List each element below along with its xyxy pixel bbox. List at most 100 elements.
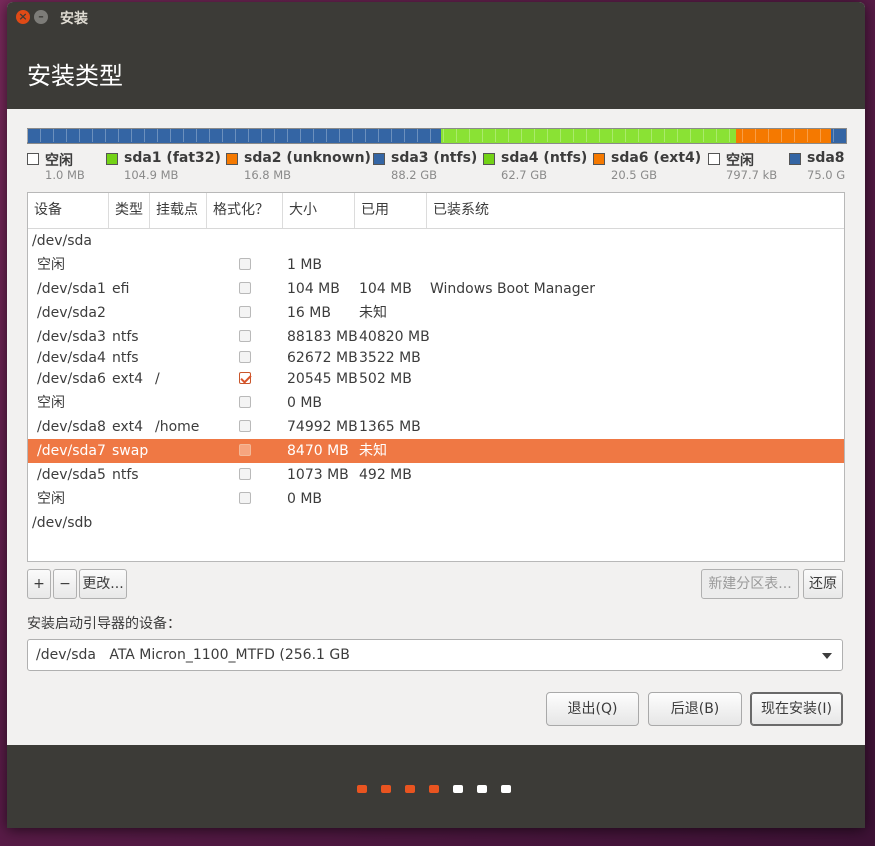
cell-type: swap [112,443,149,459]
cell-used: 未知 [359,443,387,459]
column-header-size[interactable]: 大小 [283,193,355,228]
table-header: 设备 类型 挂载点 格式化？ 大小 已用 已装系统 [28,193,844,229]
disk-group-row[interactable]: /dev/sda [28,229,844,253]
remove-partition-button[interactable]: − [53,569,77,599]
minimize-window-icon[interactable]: – [34,10,48,24]
step-dot-pending [477,785,487,793]
table-row[interactable]: /dev/sda8 ext4/home 74992 MB 1365 MB [28,415,844,439]
format-checkbox[interactable] [239,420,251,432]
column-header-format[interactable]: 格式化？ [207,193,283,228]
legend-swatch-icon [27,153,39,165]
cell-used: 502 MB [359,371,412,387]
disk-bar-segment [28,129,442,143]
legend-swatch-icon [106,153,118,165]
legend-name: sda8 (e [807,150,845,166]
cell-size: 1 MB [287,257,323,273]
column-header-used[interactable]: 已用 [355,193,427,228]
legend-name: 空闲 [726,153,754,169]
table-row[interactable]: /dev/sda5 ntfs 1073 MB 492 MB [28,463,844,487]
progress-footer [7,745,865,828]
cell-size: 20545 MB [287,371,358,387]
legend-size: 104.9 MB [124,168,179,182]
cell-mount: /home [155,419,200,435]
installer-window: × – 安装 安装类型 空闲 1.0 MB sda1 (fat32) 104.9 MB… [7,2,865,828]
legend-swatch-icon [226,153,238,165]
cell-mount: / [155,371,160,387]
legend-name: sda3 (ntfs) [391,150,478,166]
cell-used: 104 MB [359,281,412,297]
revert-button[interactable]: 还原 [803,569,843,599]
legend-name: sda2 (unknown) [244,150,371,166]
format-checkbox[interactable] [239,330,251,342]
back-button[interactable]: 后退(B) [648,692,742,726]
title-bar: × – 安装 安装类型 [7,2,865,109]
cell-device: /dev/sda2 [37,305,106,321]
legend-size: 20.5 GB [611,168,658,182]
cell-size: 0 MB [287,491,323,507]
cell-size: 104 MB [287,281,340,297]
page-title: 安装类型 [27,62,123,90]
legend-name: sda6 (ext4) [611,150,702,166]
table-row[interactable]: /dev/sda2 16 MB 未知 [28,301,844,325]
bootloader-label: 安装启动引导器的设备： [27,616,181,632]
disk-usage-bar [27,128,847,144]
dropdown-arrow-icon [822,653,832,659]
cell-device: 空闲 [37,395,65,411]
cell-device: 空闲 [37,491,65,507]
add-partition-button[interactable]: + [27,569,51,599]
column-header-device[interactable]: 设备 [28,193,109,228]
window-title: 安装 [60,11,88,27]
step-dot-pending [453,785,463,793]
legend-swatch-icon [708,153,720,165]
column-header-mount[interactable]: 挂载点 [150,193,207,228]
change-partition-button[interactable]: 更改... [79,569,127,599]
cell-used: 1365 MB [359,419,421,435]
format-checkbox[interactable] [239,258,251,270]
partition-table[interactable]: 设备 类型 挂载点 格式化？ 大小 已用 已装系统 /dev/sda 空闲 1 MB/dev/s… [27,192,845,562]
disk-bar-segment [831,129,846,143]
format-checkbox[interactable] [239,282,251,294]
new-partition-table-button[interactable]: 新建分区表... [701,569,799,599]
cell-used: 未知 [359,305,387,321]
close-window-icon[interactable]: × [16,10,30,24]
cell-device: /dev/sda8 [37,419,106,435]
step-dot-done [357,785,367,793]
column-header-system[interactable]: 已装系统 [427,193,844,228]
legend-size: 62.7 GB [501,168,548,182]
table-row[interactable]: 空闲 0 MB [28,487,844,511]
install-now-button[interactable]: 现在安装(I) [750,692,843,726]
format-checkbox[interactable] [239,396,251,408]
legend-name: 空闲 [45,153,73,169]
table-row[interactable]: /dev/sda7 swap 8470 MB 未知 [28,439,844,463]
bootloader-selected-value: /dev/sda ATA Micron_1100_MTFD (256.1 GB [36,647,350,663]
disk-group-row[interactable]: /dev/sdb [28,511,844,535]
cell-used: 492 MB [359,467,412,483]
table-row[interactable]: /dev/sda1 efi 104 MB 104 MB Windows Boot Man… [28,277,844,301]
cell-size: 16 MB [287,305,331,321]
step-dot-pending [501,785,511,793]
cell-device: /dev/sda6 [37,371,106,387]
column-header-type[interactable]: 类型 [109,193,150,228]
legend-size: 88.2 GB [391,168,438,182]
cell-type: ext4 [112,371,144,387]
step-dot-done [405,785,415,793]
legend-swatch-icon [593,153,605,165]
bootloader-device-select[interactable]: /dev/sda ATA Micron_1100_MTFD (256.1 GB [27,639,843,671]
format-checkbox[interactable] [239,468,251,480]
cell-device: /dev/sda1 [37,281,106,297]
format-checkbox[interactable] [239,492,251,504]
table-row[interactable]: 空闲 1 MB [28,253,844,277]
format-checkbox[interactable] [239,444,251,456]
table-row[interactable]: /dev/sda6 ext4 / 20545 MB 502 MB [28,367,844,391]
format-checkbox[interactable] [239,372,251,384]
legend-size: 75.0 GB [807,168,845,182]
quit-button[interactable]: 退出(Q) [546,692,639,726]
cell-type: ntfs [112,467,139,483]
cell-type: efi [112,281,130,297]
format-checkbox[interactable] [239,306,251,318]
format-checkbox[interactable] [239,351,251,363]
table-row[interactable]: 空闲 0 MB [28,391,844,415]
cell-size: 0 MB [287,395,323,411]
cell-system: Windows Boot Manager [430,281,595,297]
legend-size: 16.8 MB [244,168,292,182]
